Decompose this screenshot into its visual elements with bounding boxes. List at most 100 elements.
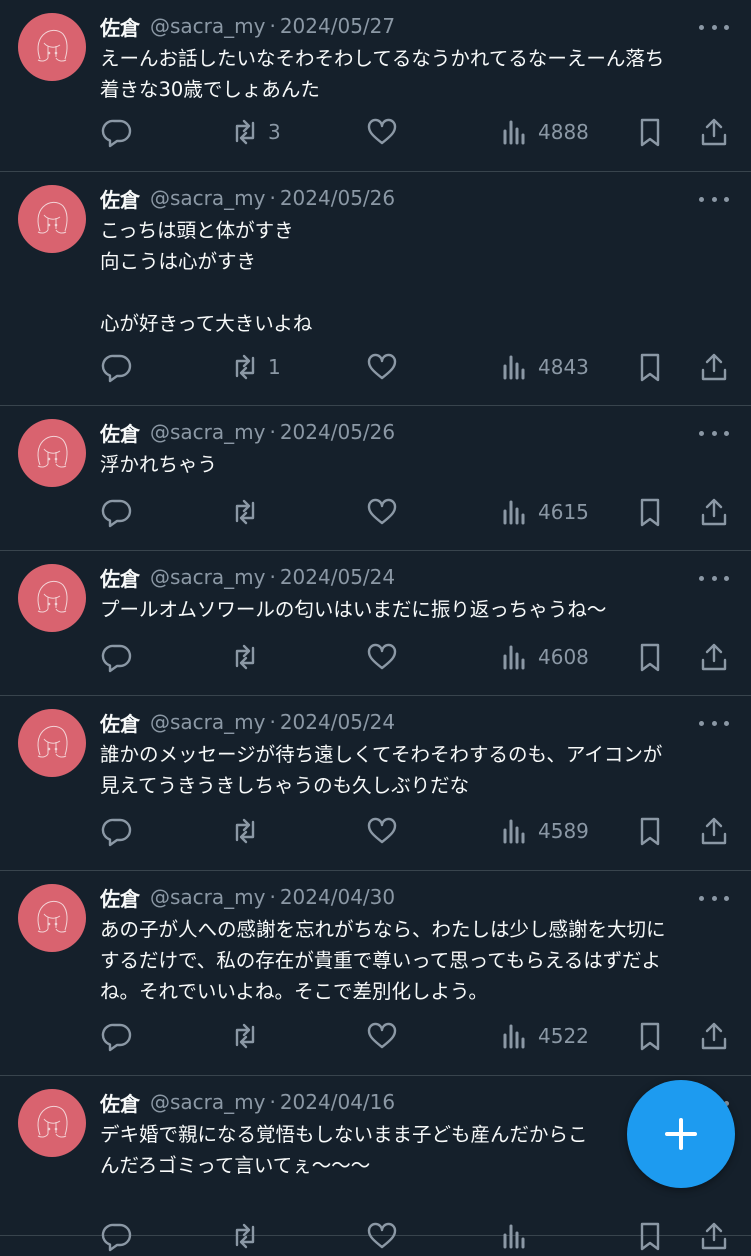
author-handle[interactable]: @sacra_my <box>150 885 265 909</box>
tweet-date[interactable]: 2024/05/26 <box>280 186 395 210</box>
compose-button[interactable] <box>627 1080 735 1188</box>
author-name[interactable]: 佐倉 <box>100 563 140 592</box>
author-name[interactable]: 佐倉 <box>100 883 140 912</box>
bookmark-button[interactable] <box>633 1216 667 1256</box>
author-handle[interactable]: @sacra_my <box>150 1090 265 1114</box>
tweet[interactable]: 佐倉 @sacra_my · 2024/05/26 こっちは頭と体がすき 向こう… <box>0 172 751 406</box>
share-button[interactable] <box>697 112 731 152</box>
views-button[interactable] <box>498 1216 538 1256</box>
bookmark-icon <box>633 640 667 674</box>
avatar[interactable] <box>18 419 86 487</box>
author-name[interactable]: 佐倉 <box>100 1088 140 1117</box>
retweet-button[interactable]: 1 <box>228 347 281 387</box>
author-handle[interactable]: @sacra_my <box>150 565 265 589</box>
author-handle[interactable]: @sacra_my <box>150 186 265 210</box>
share-button[interactable] <box>697 811 731 851</box>
avatar[interactable] <box>18 13 86 81</box>
share-button[interactable] <box>697 492 731 532</box>
tweet-actions: 4615 <box>0 492 751 532</box>
avatar[interactable] <box>18 185 86 253</box>
avatar[interactable] <box>18 1089 86 1157</box>
separator-dot: · <box>269 710 276 734</box>
heart-icon <box>365 350 399 384</box>
views-button[interactable]: 4615 <box>498 492 589 532</box>
heart-icon <box>365 495 399 529</box>
author-handle[interactable]: @sacra_my <box>150 420 265 444</box>
author-name[interactable]: 佐倉 <box>100 708 140 737</box>
heart-icon <box>365 814 399 848</box>
separator-dot: · <box>269 1090 276 1114</box>
views-button[interactable]: 4522 <box>498 1016 589 1056</box>
views-button[interactable]: 4888 <box>498 112 589 152</box>
tweet-header: 佐倉 @sacra_my · 2024/05/27 <box>100 11 731 41</box>
tweet-date[interactable]: 2024/05/24 <box>280 710 395 734</box>
avatar[interactable] <box>18 564 86 632</box>
separator-dot: · <box>269 14 276 38</box>
reply-button[interactable] <box>100 1216 134 1256</box>
more-icon[interactable] <box>699 194 729 204</box>
tweet-date[interactable]: 2024/05/24 <box>280 565 395 589</box>
author-handle[interactable]: @sacra_my <box>150 14 265 38</box>
heart-icon <box>365 115 399 149</box>
bookmark-icon <box>633 814 667 848</box>
tweet-date[interactable]: 2024/05/26 <box>280 420 395 444</box>
tweet-text: 浮かれちゃう <box>100 453 218 476</box>
bookmark-button[interactable] <box>633 492 667 532</box>
like-button[interactable] <box>365 637 399 677</box>
views-button[interactable]: 4589 <box>498 811 589 851</box>
author-handle[interactable]: @sacra_my <box>150 710 265 734</box>
more-icon[interactable] <box>699 428 729 438</box>
bookmark-button[interactable] <box>633 347 667 387</box>
share-button[interactable] <box>697 637 731 677</box>
tweet-actions: 4522 <box>0 1016 751 1056</box>
reply-button[interactable] <box>100 811 134 851</box>
more-icon[interactable] <box>699 893 729 903</box>
reply-button[interactable] <box>100 492 134 532</box>
like-button[interactable] <box>365 347 399 387</box>
reply-button[interactable] <box>100 112 134 152</box>
tweet[interactable]: 佐倉 @sacra_my · 2024/05/24 プールオムソワールの匂いはい… <box>0 551 751 696</box>
retweet-button[interactable] <box>228 811 268 851</box>
views-icon <box>498 1019 532 1053</box>
like-button[interactable] <box>365 1216 399 1256</box>
avatar[interactable] <box>18 884 86 952</box>
avatar[interactable] <box>18 709 86 777</box>
share-button[interactable] <box>697 347 731 387</box>
author-name[interactable]: 佐倉 <box>100 184 140 213</box>
retweet-button[interactable] <box>228 1216 268 1256</box>
author-name[interactable]: 佐倉 <box>100 12 140 41</box>
more-icon[interactable] <box>699 22 729 32</box>
reply-button[interactable] <box>100 347 134 387</box>
tweet-header: 佐倉 @sacra_my · 2024/05/26 <box>100 417 731 447</box>
like-button[interactable] <box>365 811 399 851</box>
bookmark-button[interactable] <box>633 637 667 677</box>
reply-button[interactable] <box>100 1016 134 1056</box>
like-button[interactable] <box>365 112 399 152</box>
like-button[interactable] <box>365 492 399 532</box>
tweet[interactable]: 佐倉 @sacra_my · 2024/04/30 あの子が人への感謝を忘れがち… <box>0 871 751 1076</box>
reply-button[interactable] <box>100 637 134 677</box>
tweet[interactable]: 佐倉 @sacra_my · 2024/05/26 浮かれちゃう 4615 <box>0 406 751 551</box>
more-icon[interactable] <box>699 718 729 728</box>
view-count: 4522 <box>538 1024 589 1048</box>
more-icon[interactable] <box>699 573 729 583</box>
retweet-button[interactable] <box>228 637 268 677</box>
retweet-button[interactable]: 3 <box>228 112 281 152</box>
retweet-button[interactable] <box>228 1016 268 1056</box>
share-button[interactable] <box>697 1016 731 1056</box>
bookmark-button[interactable] <box>633 811 667 851</box>
bookmark-button[interactable] <box>633 112 667 152</box>
tweet-date[interactable]: 2024/04/16 <box>280 1090 395 1114</box>
bookmark-button[interactable] <box>633 1016 667 1056</box>
share-button[interactable] <box>697 1216 731 1256</box>
author-name[interactable]: 佐倉 <box>100 418 140 447</box>
views-button[interactable]: 4608 <box>498 637 589 677</box>
tweet[interactable]: 佐倉 @sacra_my · 2024/05/24 誰かのメッセージが待ち遠しく… <box>0 696 751 871</box>
tweet[interactable]: 佐倉 @sacra_my · 2024/05/27 えーんお話したいなそわそわし… <box>0 0 751 172</box>
retweet-button[interactable] <box>228 492 268 532</box>
like-button[interactable] <box>365 1016 399 1056</box>
tweet-date[interactable]: 2024/04/30 <box>280 885 395 909</box>
tweet-header: 佐倉 @sacra_my · 2024/04/30 <box>100 882 731 912</box>
views-button[interactable]: 4843 <box>498 347 589 387</box>
tweet-date[interactable]: 2024/05/27 <box>280 14 395 38</box>
